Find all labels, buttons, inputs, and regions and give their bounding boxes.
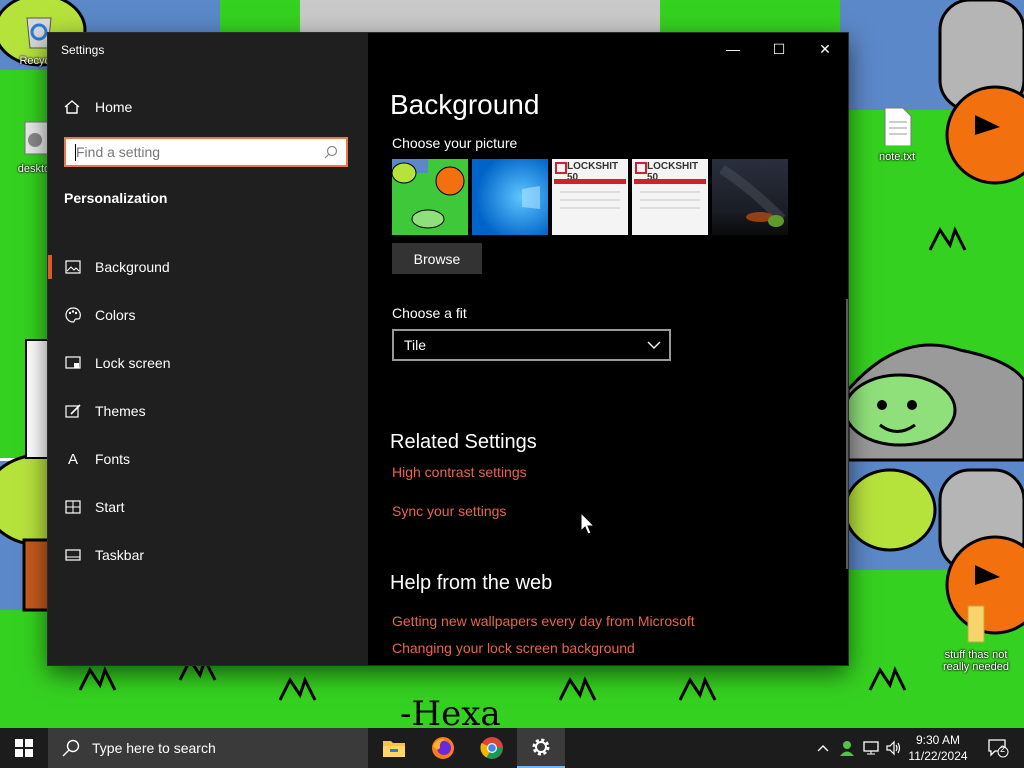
sidebar-item-label: Colors — [95, 307, 136, 323]
sidebar-item-fonts[interactable]: A Fonts — [48, 435, 368, 483]
search-icon[interactable] — [324, 145, 338, 159]
volume-button[interactable] — [883, 728, 905, 768]
taskbar-app-chrome[interactable] — [468, 728, 516, 768]
firefox-icon — [432, 737, 454, 759]
taskbar-app-settings[interactable] — [517, 728, 565, 768]
thumbnail-desktop-drawing[interactable] — [392, 159, 468, 235]
related-settings-heading: Related Settings — [390, 431, 537, 453]
file-explorer-icon — [383, 741, 405, 757]
taskbar-search-box[interactable]: Type here to search — [48, 728, 368, 768]
sidebar-item-label: Background — [95, 259, 170, 275]
action-center-button[interactable]: 2 — [978, 728, 1018, 768]
volume-icon — [886, 740, 901, 756]
sync-settings-link[interactable]: Sync your settings — [392, 503, 506, 519]
find-setting-input[interactable] — [76, 143, 316, 161]
help-heading: Help from the web — [390, 572, 553, 594]
notification-count: 2 — [1000, 744, 1006, 754]
windows-logo-icon — [15, 739, 33, 757]
picture-thumbnails: LOCKSHIT 50 LOCKSHIT 50 — [392, 159, 788, 235]
mouse-cursor — [580, 512, 596, 535]
lockshit-logo-icon — [555, 162, 567, 174]
chrome-icon — [480, 737, 503, 759]
tray-app-icon[interactable] — [836, 728, 858, 768]
font-icon: A — [67, 450, 78, 468]
palette-icon — [64, 306, 82, 324]
nav-home[interactable]: Home — [64, 95, 132, 119]
network-icon — [863, 741, 879, 755]
person-tray-icon — [840, 741, 854, 756]
start-grid-icon — [64, 498, 82, 516]
thumbnail-lockshit-2[interactable]: LOCKSHIT 50 — [632, 159, 708, 235]
brush-icon — [64, 402, 82, 420]
sidebar-item-lock-screen[interactable]: Lock screen — [48, 339, 368, 387]
sidebar-item-label: Themes — [95, 403, 146, 419]
taskbar-icon — [64, 546, 82, 564]
desktop-icon-note[interactable]: note.txt — [860, 106, 934, 163]
sidebar-item-label: Lock screen — [95, 355, 171, 371]
sidebar-item-background[interactable]: Background — [48, 243, 368, 291]
network-button[interactable] — [860, 728, 882, 768]
wallpaper-signature: -Hexa — [400, 694, 501, 728]
taskbar: Type here to search 9:30 AM 11/22/2024 2 — [0, 728, 1024, 768]
clock-time: 9:30 AM — [915, 733, 961, 747]
nav-list: Background Colors Lock screen Themes A F… — [48, 243, 368, 579]
browse-button[interactable]: Browse — [392, 243, 482, 274]
high-contrast-link[interactable]: High contrast settings — [392, 464, 527, 480]
thumbnail-night-sky[interactable] — [712, 159, 788, 235]
thumbnail-lockshit-1[interactable]: LOCKSHIT 50 — [552, 159, 628, 235]
lock-screen-background-link[interactable]: Changing your lock screen background — [392, 640, 635, 656]
sidebar-item-label: Taskbar — [95, 547, 145, 563]
sidebar-item-themes[interactable]: Themes — [48, 387, 368, 435]
choose-picture-label: Choose your picture — [392, 135, 518, 151]
window-title: Settings — [61, 43, 105, 57]
fit-dropdown[interactable]: Tile — [392, 329, 671, 361]
page-title: Background — [390, 89, 540, 120]
home-icon — [64, 100, 80, 114]
image-icon — [64, 258, 82, 276]
settings-window: Settings Home Personalization Background — [48, 33, 848, 665]
desktop-icon-label: note.txt — [878, 151, 916, 163]
sidebar-item-taskbar[interactable]: Taskbar — [48, 531, 368, 579]
show-hidden-icons-button[interactable] — [814, 728, 832, 768]
sidebar: Settings Home Personalization Background — [48, 33, 368, 665]
sidebar-item-start[interactable]: Start — [48, 483, 368, 531]
search-icon — [62, 739, 80, 757]
lock-screen-icon — [64, 354, 82, 372]
notification-icon — [988, 739, 1009, 758]
chevron-up-icon — [817, 745, 829, 752]
main-content: Background Choose your picture LOCKSHIT … — [390, 33, 830, 665]
folder-icon — [967, 605, 985, 643]
text-file-icon — [884, 107, 912, 147]
desktop-icon-stuff-folder[interactable]: stuff thas not really needed — [935, 604, 1017, 673]
taskbar-search-placeholder: Type here to search — [92, 740, 216, 756]
system-clock[interactable]: 9:30 AM 11/22/2024 — [906, 732, 970, 764]
section-title: Personalization — [64, 190, 168, 206]
sidebar-item-colors[interactable]: Colors — [48, 291, 368, 339]
nav-home-label: Home — [95, 99, 133, 115]
fit-dropdown-value: Tile — [404, 337, 427, 353]
scrollbar[interactable] — [846, 299, 848, 569]
thumbnail-windows-blue[interactable] — [472, 159, 548, 235]
start-button[interactable] — [0, 728, 48, 768]
choose-fit-label: Choose a fit — [392, 305, 467, 321]
find-setting-search[interactable] — [64, 137, 348, 167]
lockshit-logo-icon — [635, 162, 647, 174]
taskbar-app-file-explorer[interactable] — [370, 728, 418, 768]
clock-date: 11/22/2024 — [908, 749, 968, 763]
taskbar-app-firefox[interactable] — [419, 728, 467, 768]
sidebar-item-label: Start — [95, 499, 125, 515]
settings-icon — [532, 738, 550, 756]
desktop-icon-label: stuff thas not really needed — [942, 649, 1010, 673]
new-wallpapers-link[interactable]: Getting new wallpapers every day from Mi… — [392, 613, 695, 629]
sidebar-item-label: Fonts — [95, 451, 131, 467]
chevron-down-icon — [647, 341, 661, 349]
